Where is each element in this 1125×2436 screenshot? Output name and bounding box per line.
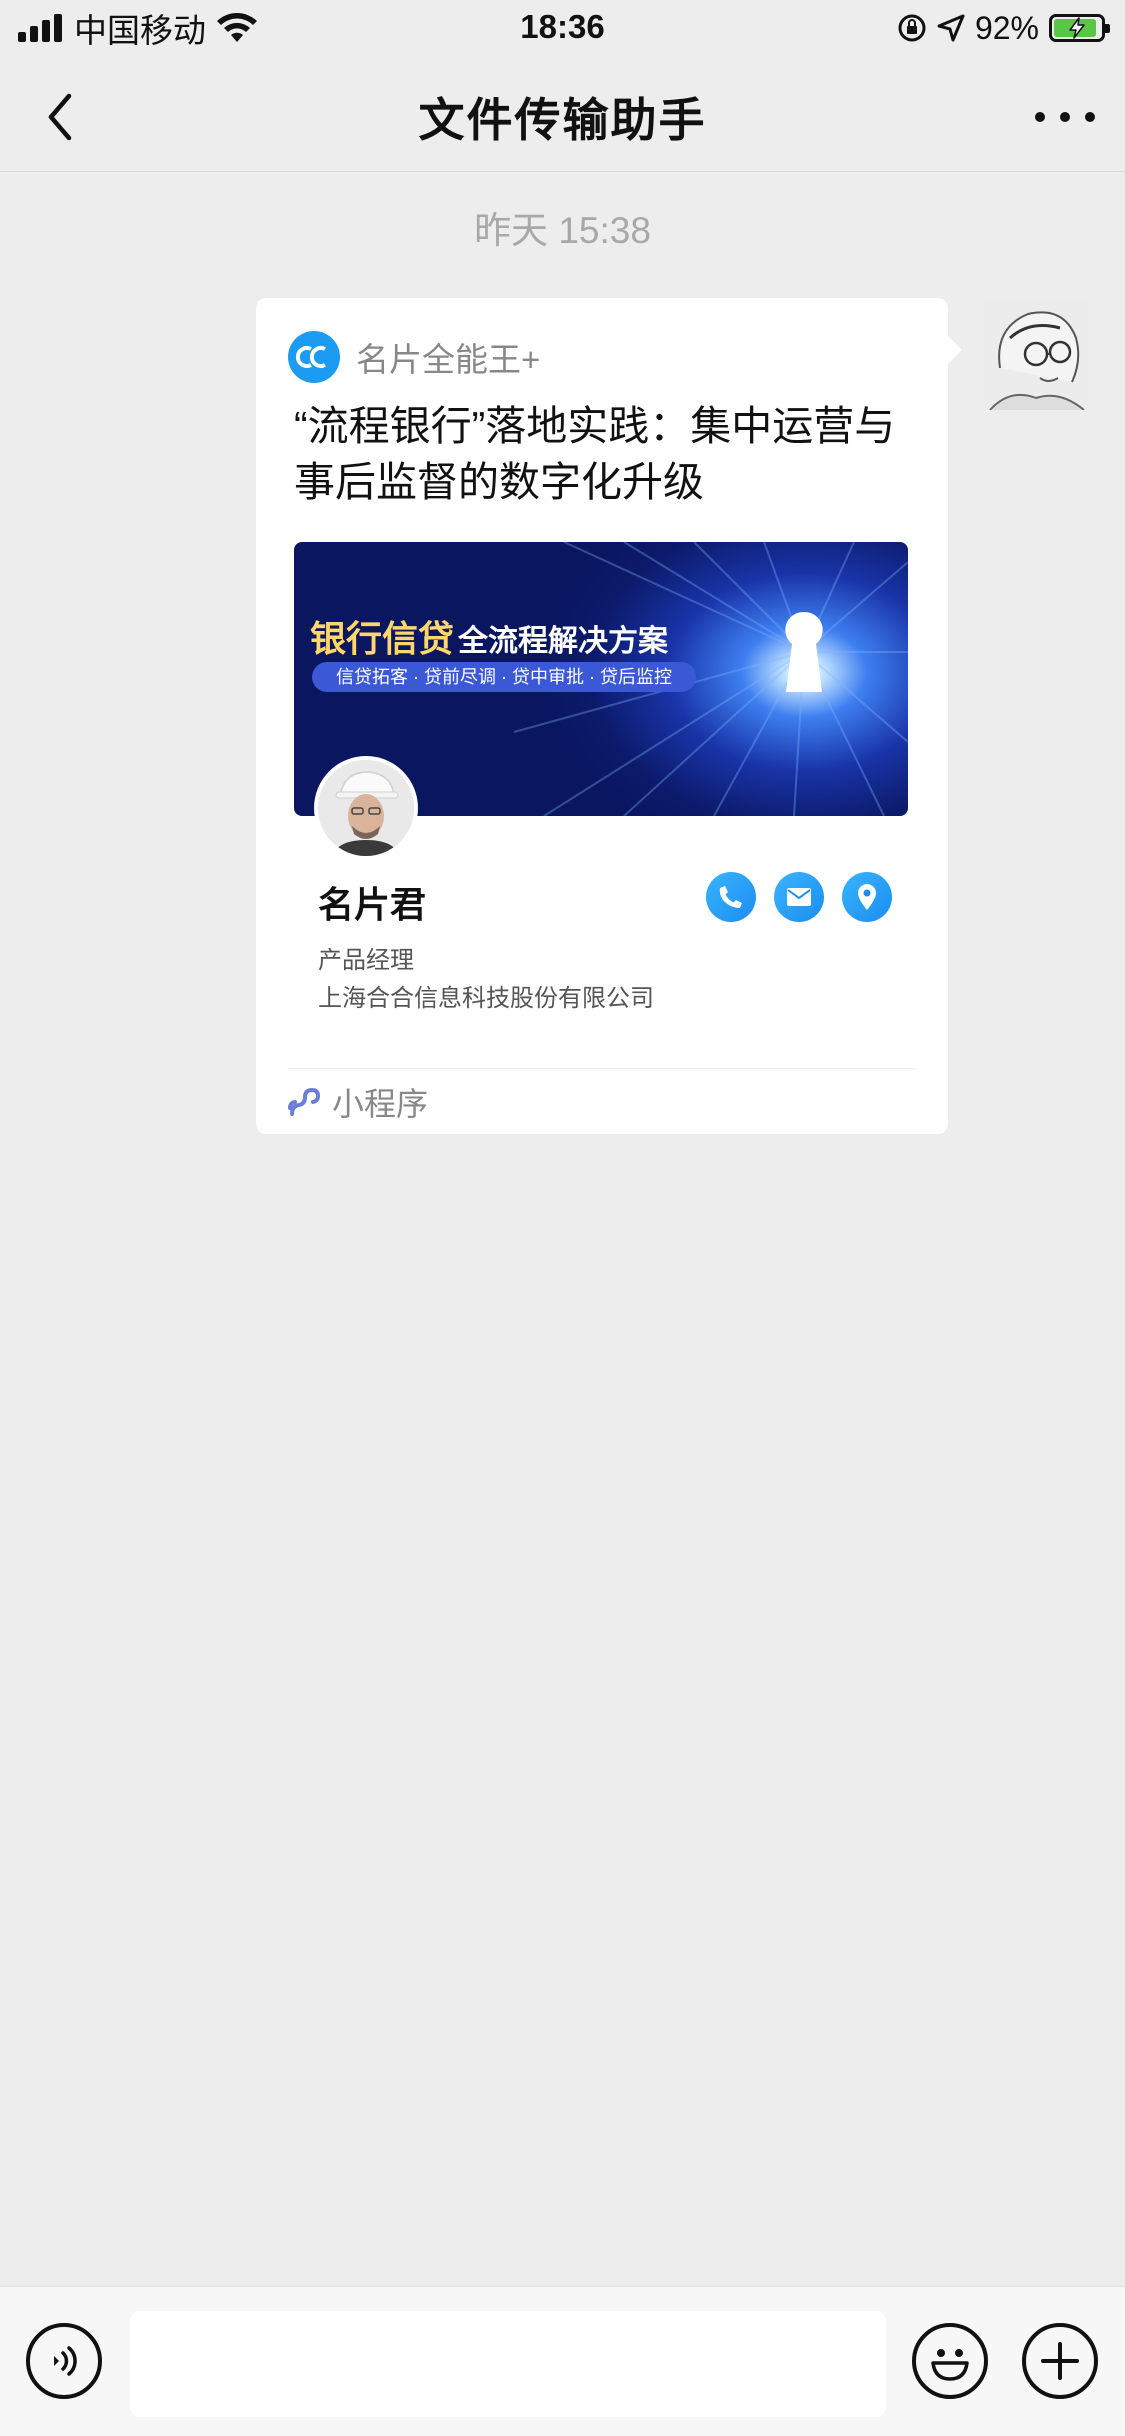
page-title: 文件传输助手 — [418, 94, 707, 146]
plus-icon — [1041, 2342, 1079, 2380]
card-title: “流程银行”落地实践：集中运营与事后监督的数字化升级 — [294, 403, 896, 505]
card-divider — [288, 1068, 916, 1069]
location-icon[interactable] — [842, 872, 892, 922]
banner-title-highlight: 银行信贷 — [310, 618, 455, 659]
location-arrow-icon — [937, 14, 965, 42]
person-role: 产品经理 — [318, 947, 414, 974]
contact-icons — [706, 872, 892, 922]
more-button[interactable] — [1035, 92, 1095, 142]
person-company: 上海合合信息科技股份有限公司 — [318, 985, 654, 1012]
person-name: 名片君 — [318, 884, 427, 925]
emoji-icon — [931, 2349, 969, 2381]
input-bar — [0, 2286, 1125, 2436]
banner-title: 银行信贷 全流程解决方案 — [310, 610, 668, 662]
more-dot — [1060, 112, 1070, 122]
voice-icon — [54, 2346, 77, 2376]
banner-tags: 信贷拓客 · 贷前尽调 · 贷中审批 · 贷后监控 — [312, 662, 696, 692]
phone-icon[interactable] — [706, 872, 756, 922]
mini-program-label: 小程序 — [332, 1086, 429, 1122]
more-dot — [1085, 112, 1095, 122]
banner-title-rest: 全流程解决方案 — [458, 625, 669, 658]
card-app-row: 名片全能王+ — [288, 330, 540, 384]
mini-program-card[interactable]: 名片全能王+ “流程银行”落地实践：集中运营与事后监督的数字化升级 银行信贷 全… — [256, 298, 962, 1134]
voice-button[interactable] — [26, 2323, 102, 2399]
message-timestamp: 昨天 15:38 — [474, 210, 651, 251]
user-avatar[interactable] — [980, 298, 1092, 410]
status-bar: 中国移动 18:36 92% — [0, 0, 1125, 62]
rotation-lock-icon — [898, 14, 926, 42]
battery-percent: 92% — [974, 9, 1039, 46]
sketch-avatar-icon — [980, 298, 1092, 410]
nav-bar: 文件传输助手 — [0, 62, 1125, 172]
camcard-logo-icon — [288, 331, 340, 383]
person-photo-icon — [318, 760, 414, 856]
mail-icon[interactable] — [774, 872, 824, 922]
mini-program-icon — [288, 1087, 321, 1116]
status-right: 92% — [897, 8, 1111, 48]
card-app-name: 名片全能王+ — [356, 341, 541, 378]
plus-button[interactable] — [1022, 2323, 1098, 2399]
message-input[interactable] — [130, 2311, 886, 2417]
emoji-button[interactable] — [912, 2323, 988, 2399]
more-dot — [1035, 112, 1045, 122]
mini-program-footer: 小程序 — [286, 1080, 428, 1124]
charging-bolt-icon — [1069, 17, 1085, 39]
battery-charging-icon — [1049, 14, 1110, 42]
person-avatar — [314, 756, 418, 860]
